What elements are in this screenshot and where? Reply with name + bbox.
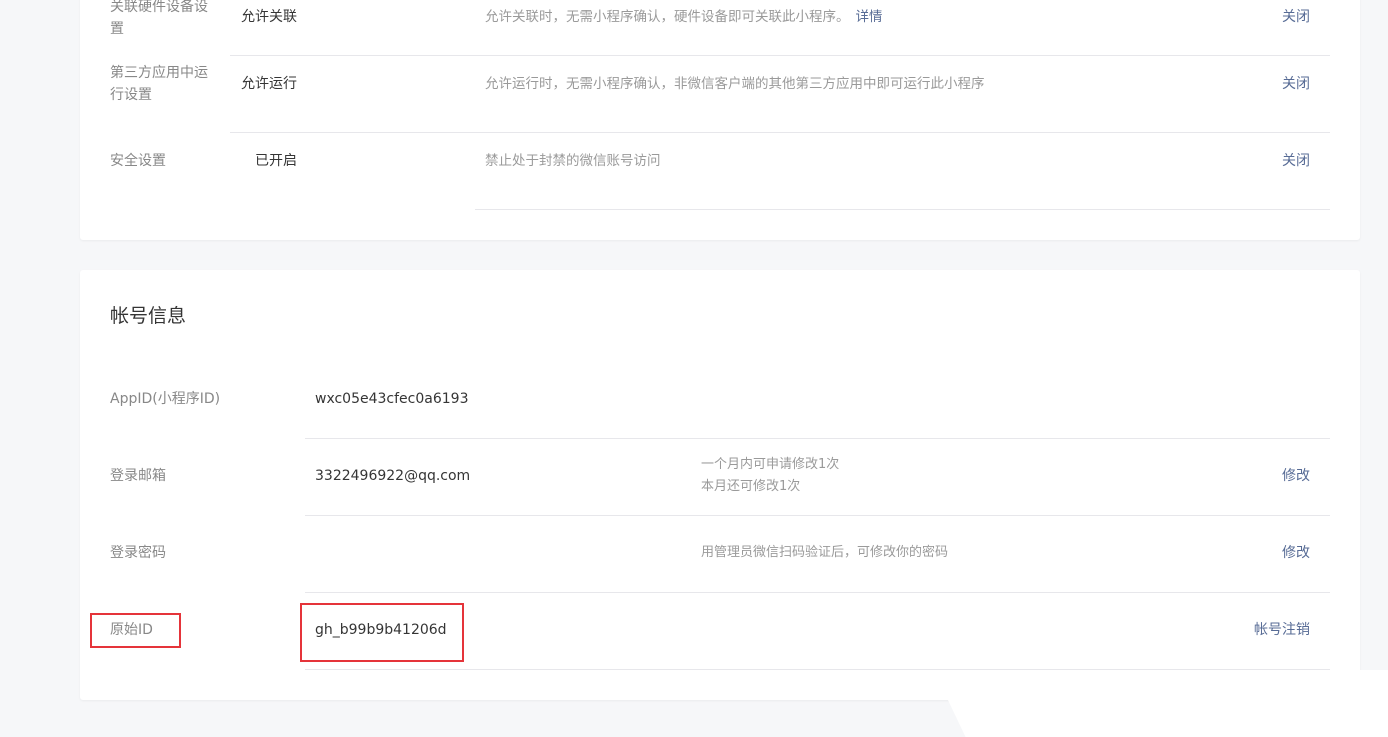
divider <box>305 592 1330 593</box>
settings-row-value: 已开启 <box>255 153 297 169</box>
email-label: 登录邮箱 <box>110 468 166 484</box>
password-desc: 用管理员微信扫码验证后，可修改你的密码 <box>701 545 949 560</box>
details-link[interactable]: 详情 <box>856 9 883 25</box>
divider <box>475 209 1330 210</box>
settings-row-label: 关联硬件设备设置 <box>110 0 208 37</box>
overlay-blob <box>948 670 1388 737</box>
section-title: 帐号信息 <box>110 305 187 327</box>
settings-row-desc: 允许运行时，无需小程序确认，非微信客户端的其他第三方应用中即可运行此小程序 <box>485 76 985 92</box>
highlight-box-value <box>300 603 464 662</box>
settings-row-label: 安全设置 <box>110 153 166 169</box>
divider <box>305 438 1330 439</box>
modify-password-button[interactable]: 修改 <box>1282 542 1310 564</box>
email-desc: 一个月内可申请修改1次 本月还可修改1次 <box>701 457 840 494</box>
email-value: 3322496922@qq.com <box>315 468 471 484</box>
modify-email-button[interactable]: 修改 <box>1282 465 1310 487</box>
divider <box>230 55 1330 56</box>
settings-row-label: 第三方应用中运行设置 <box>110 65 208 103</box>
divider <box>230 132 1330 133</box>
settings-row-desc: 禁止处于封禁的微信账号访问 <box>485 153 661 169</box>
appid-label: AppID(小程序ID) <box>110 391 221 407</box>
close-button[interactable]: 关闭 <box>1282 6 1310 28</box>
settings-row-value: 允许关联 <box>241 9 297 25</box>
password-label: 登录密码 <box>110 545 166 561</box>
settings-row-value: 允许运行 <box>241 76 297 92</box>
account-cancel-button[interactable]: 帐号注销 <box>1254 619 1310 641</box>
appid-value: wxc05e43cfec0a6193 <box>315 391 469 407</box>
highlight-box-label <box>90 613 181 648</box>
divider <box>305 515 1330 516</box>
divider <box>305 669 1330 670</box>
close-button[interactable]: 关闭 <box>1282 73 1310 95</box>
settings-card: 关联硬件设备设置 允许关联 允许关联时，无需小程序确认，硬件设备即可关联此小程序… <box>80 0 1360 240</box>
account-info-card: 帐号信息 AppID(小程序ID) wxc05e43cfec0a6193 登录邮… <box>80 270 1360 700</box>
settings-row-desc: 允许关联时，无需小程序确认，硬件设备即可关联此小程序。 详情 <box>485 9 883 25</box>
close-button[interactable]: 关闭 <box>1282 150 1310 172</box>
